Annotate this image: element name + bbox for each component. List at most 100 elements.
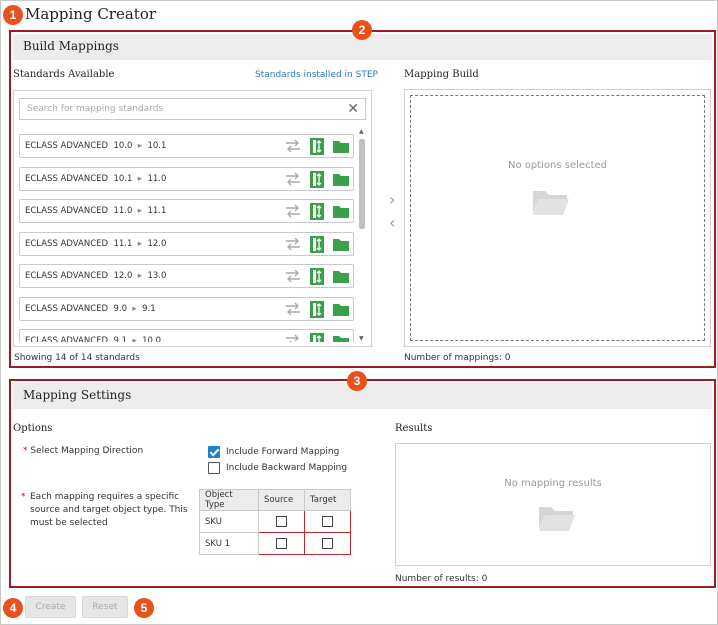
list-item[interactable]: ECLASS ADVANCED 11.1 ▸ 12.0 [19,231,354,256]
folder-icon[interactable] [333,205,349,218]
callout-4: 4 [3,598,23,618]
scroll-down-icon[interactable]: ▼ [359,336,364,342]
split-mapping-icon[interactable] [310,235,324,253]
version-to: 12.0 [147,238,167,249]
backward-mapping-checkbox[interactable] [208,462,220,474]
standard-label: ECLASS ADVANCED 10.0 ▸ 10.1 [25,141,166,151]
object-type-note: Each mapping requires a specific source … [30,492,188,528]
mappings-count: Number of mappings: 0 [404,353,511,363]
folder-icon[interactable] [333,303,349,316]
source-cell[interactable] [258,532,305,555]
version-to: 10.0 [142,336,162,342]
list-item[interactable]: ECLASS ADVANCED 11.0 ▸ 11.1 [19,199,354,223]
split-mapping-icon[interactable] [310,170,324,188]
add-to-build-arrow-icon[interactable]: › [389,192,395,208]
search-placeholder: Search for mapping standards [27,104,164,114]
swap-direction-icon[interactable] [285,203,301,219]
target-checkbox[interactable] [322,538,333,549]
version-from: 11.1 [113,238,133,249]
list-item[interactable]: ECLASS ADVANCED 10.0 ▸ 10.1 [19,134,354,158]
clear-search-icon[interactable]: ✕ [347,101,359,117]
version-arrow-icon: ▸ [127,303,143,314]
swap-direction-icon[interactable] [285,236,301,252]
version-from: 10.0 [113,141,133,151]
swap-direction-icon[interactable] [285,171,301,187]
source-checkbox[interactable] [276,516,287,527]
scroll-up-icon[interactable]: ▲ [359,129,364,135]
empty-results-folder-icon [539,507,575,531]
split-mapping-icon[interactable] [310,138,324,155]
list-item[interactable]: ECLASS ADVANCED 9.0 ▸ 9.1 [19,296,354,321]
direction-label: Select Mapping Direction [30,446,144,456]
column-header-object-type: Object Type [199,489,259,511]
search-input[interactable]: Search for mapping standards ✕ [19,98,366,120]
object-type-table: Object Type Source Target SKU SKU 1 [199,489,351,555]
version-from: 12.0 [113,271,133,281]
no-results-text: No mapping results [504,478,602,489]
standards-count: Showing 14 of 14 standards [14,353,140,363]
forward-mapping-checkbox[interactable] [208,446,220,458]
target-cell[interactable] [304,532,351,555]
standard-name: ECLASS ADVANCED [25,173,109,184]
table-header-row: Object Type Source Target [199,489,351,511]
object-type-cell: SKU [199,510,259,533]
reset-button[interactable]: Reset [82,596,128,618]
folder-icon[interactable] [333,270,349,283]
version-from: 11.0 [113,206,133,216]
folder-icon[interactable] [333,173,349,186]
swap-direction-icon[interactable] [285,301,301,317]
object-type-cell: SKU 1 [199,532,259,555]
table-row: SKU 1 [199,532,351,555]
version-arrow-icon: ▸ [132,141,148,151]
swap-direction-icon[interactable] [285,333,301,342]
callout-1: 1 [3,5,23,25]
results-count: Number of results: 0 [395,574,488,584]
standards-list: ECLASS ADVANCED 10.0 ▸ 10.1 ECLASS ADVANC… [19,129,356,342]
swap-direction-icon[interactable] [285,138,301,154]
version-to: 9.1 [142,303,156,314]
split-mapping-icon[interactable] [310,300,324,318]
swap-direction-icon[interactable] [285,268,301,284]
page-title: Mapping Creator [25,5,157,23]
scroll-thumb[interactable] [359,139,365,229]
target-cell[interactable] [304,510,351,533]
standard-label: ECLASS ADVANCED 11.1 ▸ 12.0 [25,239,166,249]
version-from: 9.1 [113,336,127,342]
version-arrow-icon: ▸ [132,173,148,184]
backward-mapping-label[interactable]: Include Backward Mapping [226,463,347,473]
split-mapping-icon[interactable] [310,203,324,220]
standards-installed-link[interactable]: Standards installed in STEP [255,70,378,80]
split-mapping-icon[interactable] [310,333,324,342]
mapping-build-dropzone[interactable] [410,95,705,341]
version-arrow-icon: ▸ [132,238,148,249]
standard-name: ECLASS ADVANCED [25,206,109,216]
mapping-build-label: Mapping Build [404,69,479,80]
version-to: 10.1 [147,141,167,151]
direction-label-row: * Select Mapping Direction [23,446,144,456]
target-checkbox[interactable] [322,516,333,527]
list-item[interactable]: ECLASS ADVANCED 12.0 ▸ 13.0 [19,264,354,288]
results-label: Results [395,423,433,434]
list-scrollbar[interactable]: ▲ ▼ [358,129,366,342]
object-type-note-row: * Each mapping requires a specific sourc… [21,491,191,530]
split-mapping-icon[interactable] [310,268,324,285]
standard-label: ECLASS ADVANCED 11.0 ▸ 11.1 [25,206,166,216]
remove-from-build-arrow-icon[interactable]: ‹ [389,215,395,231]
version-arrow-icon: ▸ [132,271,148,281]
version-arrow-icon: ▸ [132,206,148,216]
callout-3: 3 [347,371,367,391]
version-from: 10.1 [113,173,133,184]
mapping-creator-window: 1 Mapping Creator Build Mappings 2 Stand… [0,0,718,625]
folder-icon[interactable] [333,238,349,251]
version-to: 13.0 [147,271,167,281]
list-item[interactable]: ECLASS ADVANCED 9.1 ▸ 10.0 [19,329,354,342]
folder-icon[interactable] [333,335,349,342]
source-cell[interactable] [258,510,305,533]
forward-mapping-label[interactable]: Include Forward Mapping [226,447,339,457]
list-item[interactable]: ECLASS ADVANCED 10.1 ▸ 11.0 [19,166,354,191]
folder-icon[interactable] [333,140,349,153]
standard-name: ECLASS ADVANCED [25,141,109,151]
source-checkbox[interactable] [276,538,287,549]
standard-label: ECLASS ADVANCED 10.1 ▸ 11.0 [25,174,166,184]
create-button[interactable]: Create [25,596,76,618]
